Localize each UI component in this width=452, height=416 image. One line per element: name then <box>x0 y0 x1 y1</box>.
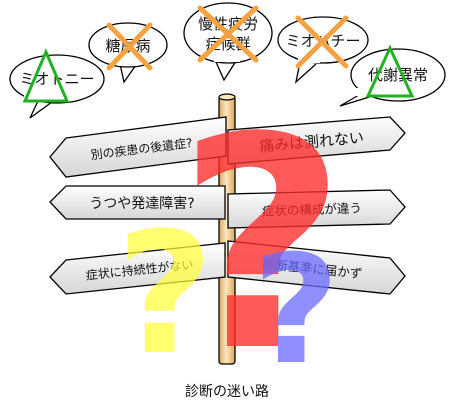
question-mark-yellow: ? <box>116 196 213 392</box>
diagnosis-maze-diagram: ミオトニー 糖尿病 慢性疲労 症候群 ミオパチー <box>9 2 446 415</box>
question-mark-blue: ? <box>252 224 339 398</box>
bubble-myotonia: ミオトニー <box>9 48 105 119</box>
bubble-metabolic: 代謝異常 <box>339 44 446 107</box>
bubble-chronic-fatigue: 慢性疲労 症候群 <box>183 2 273 82</box>
diagram-caption: 診断の迷い路 <box>185 384 269 400</box>
